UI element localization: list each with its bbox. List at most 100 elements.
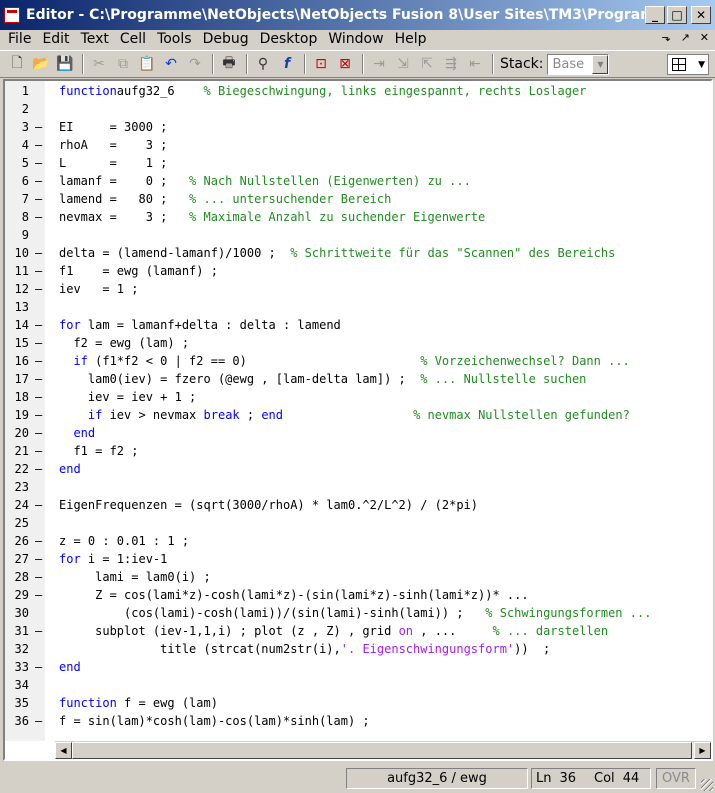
menu-edit[interactable]: Edit xyxy=(38,31,73,47)
breakpoint-marker[interactable]: – xyxy=(35,190,43,208)
code-text[interactable]: lam0(iev) = fzero (@ewg , [lam-delta lam… xyxy=(59,370,587,388)
code-area[interactable]: 1 functionaufg32_6 % Biegeschwingung, lin… xyxy=(5,81,711,741)
breakpoint-marker[interactable]: – xyxy=(35,136,43,154)
code-line[interactable]: 6– lamanf = 0 ; % Nach Nullstellen (Eigen… xyxy=(5,172,711,190)
paste-icon[interactable]: 📋 xyxy=(136,53,158,75)
code-line[interactable]: 12– iev = 1 ; xyxy=(5,280,711,298)
code-line[interactable]: 2 xyxy=(5,100,711,118)
code-text[interactable]: delta = (lamend-lamanf)/1000 ; % Schritt… xyxy=(59,244,615,262)
code-text[interactable]: f1 = ewg (lamanf) ; xyxy=(59,262,218,280)
code-text[interactable]: Z = cos(lami*z)-cosh(lami*z)-(sin(lami*z… xyxy=(59,586,529,604)
set-breakpoint-icon[interactable]: ⊡ xyxy=(310,53,332,75)
code-line[interactable]: 34 xyxy=(5,676,711,694)
code-line[interactable]: 29– Z = cos(lami*z)-cosh(lami*z)-(sin(la… xyxy=(5,586,711,604)
code-text[interactable]: lamanf = 0 ; % Nach Nullstellen (Eigenwe… xyxy=(59,172,471,190)
code-line[interactable]: 8– nevmax = 3 ; % Maximale Anzahl zu such… xyxy=(5,208,711,226)
code-text[interactable]: functionaufg32_6 % Biegeschwingung, link… xyxy=(59,82,586,100)
code-text[interactable]: title (strcat(num2str(i),'. Eigenschwing… xyxy=(59,640,550,658)
code-line[interactable]: 33– end xyxy=(5,658,711,676)
menu-window[interactable]: Window xyxy=(324,31,387,47)
code-text[interactable]: end xyxy=(59,658,81,676)
code-line[interactable]: 35 function f = ewg (lam) xyxy=(5,694,711,712)
code-line[interactable]: 31– subplot (iev-1,1,i) ; plot (z , Z) ,… xyxy=(5,622,711,640)
breakpoint-marker[interactable]: – xyxy=(35,496,43,514)
breakpoint-marker[interactable]: – xyxy=(35,154,43,172)
menu-debug[interactable]: Debug xyxy=(199,31,253,47)
code-text[interactable]: f2 = ewg (lam) ; xyxy=(59,334,189,352)
exit-debug-icon[interactable]: ⇤ xyxy=(464,53,486,75)
code-line[interactable]: 10– delta = (lamend-lamanf)/1000 ; % Schr… xyxy=(5,244,711,262)
code-text[interactable]: iev = 1 ; xyxy=(59,280,138,298)
code-line[interactable]: 21– f1 = f2 ; xyxy=(5,442,711,460)
breakpoint-marker[interactable]: – xyxy=(35,622,43,640)
code-line[interactable]: 32 title (strcat(num2str(i),'. Eigenschw… xyxy=(5,640,711,658)
scrollbar-thumb[interactable] xyxy=(72,742,692,759)
code-line[interactable]: 16– if (f1*f2 < 0 | f2 == 0) % Vorzeiche… xyxy=(5,352,711,370)
menu-desktop[interactable]: Desktop xyxy=(256,31,322,47)
code-text[interactable]: rhoA = 3 ; xyxy=(59,136,167,154)
code-text[interactable]: lami = lam0(i) ; xyxy=(59,568,211,586)
clear-breakpoints-icon[interactable]: ⊠ xyxy=(334,53,356,75)
breakpoint-marker[interactable]: – xyxy=(35,712,43,730)
code-line[interactable]: 20– end xyxy=(5,424,711,442)
code-line[interactable]: 23 xyxy=(5,478,711,496)
code-line[interactable]: 22– end xyxy=(5,460,711,478)
find-binoculars-icon[interactable]: ⚲ xyxy=(252,53,274,75)
breakpoint-marker[interactable]: – xyxy=(35,586,43,604)
breakpoint-marker[interactable]: – xyxy=(35,388,43,406)
code-text[interactable]: iev = iev + 1 ; xyxy=(59,388,196,406)
breakpoint-marker[interactable]: – xyxy=(35,280,43,298)
breakpoint-marker[interactable]: – xyxy=(35,334,43,352)
breakpoint-marker[interactable]: – xyxy=(35,568,43,586)
code-text[interactable]: for lam = lamanf+delta : delta : lamend xyxy=(59,316,341,334)
code-line[interactable]: 19– if iev > nevmax break ; end % nevmax… xyxy=(5,406,711,424)
code-line[interactable]: 9 xyxy=(5,226,711,244)
code-text[interactable]: L = 1 ; xyxy=(59,154,167,172)
breakpoint-marker[interactable]: – xyxy=(35,406,43,424)
code-text[interactable]: EI = 3000 ; xyxy=(59,118,167,136)
close-editor-icon[interactable]: ✕ xyxy=(700,31,709,44)
layout-grid-button[interactable]: ▼ xyxy=(667,54,709,75)
maximize-button[interactable]: □ xyxy=(667,6,687,24)
menu-file[interactable]: File xyxy=(4,31,35,47)
breakpoint-marker[interactable]: – xyxy=(35,118,43,136)
breakpoint-marker[interactable]: – xyxy=(35,208,43,226)
code-line[interactable]: 36– f = sin(lam)*cosh(lam)-cos(lam)*sinh(… xyxy=(5,712,711,730)
breakpoint-marker[interactable]: – xyxy=(35,460,43,478)
code-text[interactable]: nevmax = 3 ; % Maximale Anzahl zu suchen… xyxy=(59,208,485,226)
code-line[interactable]: 11– f1 = ewg (lamanf) ; xyxy=(5,262,711,280)
code-line[interactable]: 24– EigenFrequenzen = (sqrt(3000/rhoA) * … xyxy=(5,496,711,514)
code-text[interactable]: f = sin(lam)*cosh(lam)-cos(lam)*sinh(lam… xyxy=(59,712,370,730)
code-line[interactable]: 14– for lam = lamanf+delta : delta : lame… xyxy=(5,316,711,334)
step-icon[interactable]: ⇥ xyxy=(368,53,390,75)
code-line[interactable]: 26– z = 0 : 0.01 : 1 ; xyxy=(5,532,711,550)
code-text[interactable]: for i = 1:iev-1 xyxy=(59,550,167,568)
code-line[interactable]: 15– f2 = ewg (lam) ; xyxy=(5,334,711,352)
code-text[interactable]: (cos(lami)-cosh(lami))/(sin(lami)-sinh(l… xyxy=(59,604,651,622)
step-in-icon[interactable]: ⇲ xyxy=(392,53,414,75)
code-editor[interactable]: 1 functionaufg32_6 % Biegeschwingung, lin… xyxy=(3,79,713,761)
breakpoint-marker[interactable]: – xyxy=(35,172,43,190)
code-text[interactable]: z = 0 : 0.01 : 1 ; xyxy=(59,532,189,550)
code-line[interactable]: 27– for i = 1:iev-1 xyxy=(5,550,711,568)
code-line[interactable]: 3– EI = 3000 ; xyxy=(5,118,711,136)
undo-icon[interactable]: ↶ xyxy=(160,53,182,75)
copy-icon[interactable]: ⧉ xyxy=(112,53,134,75)
close-button[interactable]: ✕ xyxy=(691,6,711,24)
save-icon[interactable]: 💾 xyxy=(54,53,76,75)
code-line[interactable]: 17– lam0(iev) = fzero (@ewg , [lam-delta… xyxy=(5,370,711,388)
breakpoint-marker[interactable]: – xyxy=(35,244,43,262)
dock-icon[interactable]: ↗ xyxy=(681,31,690,44)
code-text[interactable]: f1 = f2 ; xyxy=(59,442,138,460)
breakpoint-marker[interactable]: – xyxy=(35,316,43,334)
code-text[interactable]: end xyxy=(59,460,81,478)
breakpoint-marker[interactable]: – xyxy=(35,532,43,550)
breakpoint-marker[interactable]: – xyxy=(35,262,43,280)
horizontal-scrollbar[interactable]: ◀ ▶ xyxy=(55,741,711,759)
new-file-icon[interactable]: 🗋 xyxy=(6,53,28,75)
redo-icon[interactable]: ↷ xyxy=(184,53,206,75)
code-text[interactable]: end xyxy=(59,424,95,442)
code-line[interactable]: 30 (cos(lami)-cosh(lami))/(sin(lami)-sin… xyxy=(5,604,711,622)
code-text[interactable]: EigenFrequenzen = (sqrt(3000/rhoA) * lam… xyxy=(59,496,478,514)
code-text[interactable]: subplot (iev-1,1,i) ; plot (z , Z) , gri… xyxy=(59,622,608,640)
